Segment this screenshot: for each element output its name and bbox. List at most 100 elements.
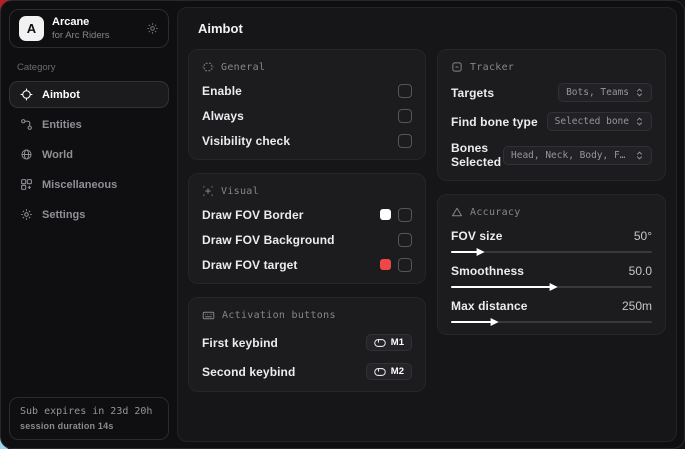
- fov-size-slider[interactable]: [451, 251, 652, 253]
- mouse-icon: [374, 367, 386, 377]
- chevron-up-down-icon: [635, 117, 644, 126]
- chevron-up-down-icon: [635, 151, 644, 160]
- activation-card-header: Activation buttons: [202, 309, 412, 322]
- subscription-expires: Sub expires in 23d 20h: [20, 406, 158, 417]
- second-keybind-button[interactable]: M2: [366, 363, 412, 380]
- content-columns: General Enable Always Visibility check: [188, 49, 666, 405]
- setting-label: First keybind: [202, 336, 278, 350]
- tracker-card-header: Tracker: [451, 61, 652, 73]
- enable-checkbox[interactable]: [398, 84, 412, 98]
- sidebar-item-aimbot[interactable]: Aimbot: [9, 81, 169, 108]
- sidebar-item-miscellaneous[interactable]: Miscellaneous: [9, 171, 169, 198]
- slider-value: 50°: [634, 229, 652, 243]
- grid-icon: [20, 178, 33, 191]
- setting-row-find-bone-type: Find bone type Selected bone: [451, 112, 652, 131]
- fov-border-checkbox[interactable]: [398, 208, 412, 222]
- fov-size-slider-group: FOV size 50°: [451, 229, 652, 253]
- setting-row-first-keybind: First keybind M1: [202, 334, 412, 351]
- sidebar-item-label: Settings: [42, 209, 85, 221]
- fov-target-checkbox[interactable]: [398, 258, 412, 272]
- setting-label: Draw FOV target: [202, 258, 298, 272]
- setting-row-second-keybind: Second keybind M2: [202, 363, 412, 380]
- setting-row-always: Always: [202, 108, 412, 123]
- slider-label: FOV size: [451, 229, 502, 243]
- setting-label: Draw FOV Border: [202, 208, 304, 222]
- slider-handle[interactable]: [477, 248, 485, 256]
- sidebar-item-label: Miscellaneous: [42, 179, 117, 191]
- setting-label: Always: [202, 109, 244, 123]
- sidebar-item-entities[interactable]: Entities: [9, 111, 169, 138]
- slider-fill: [451, 321, 493, 323]
- bones-selected-select[interactable]: Head, Neck, Body, Fe...: [503, 146, 652, 165]
- slider-fill: [451, 286, 552, 288]
- setting-row-fov-background: Draw FOV Background: [202, 232, 412, 247]
- setting-row-bones-selected: Bones Selected Head, Neck, Body, Fe...: [451, 141, 652, 169]
- brand-text: Arcane for Arc Riders: [52, 16, 110, 41]
- slider-value: 250m: [622, 299, 652, 313]
- focus-square-icon: [451, 61, 463, 73]
- sidebar-item-label: Aimbot: [42, 89, 80, 101]
- general-card-header: General: [202, 61, 412, 73]
- slider-label: Max distance: [451, 299, 528, 313]
- visibility-check-checkbox[interactable]: [398, 134, 412, 148]
- setting-row-enable: Enable: [202, 83, 412, 98]
- brand-name: Arcane: [52, 16, 110, 28]
- sidebar: A Arcane for Arc Riders Category Aimbot: [1, 1, 177, 448]
- slider-handle[interactable]: [549, 283, 557, 291]
- page-title: Aimbot: [198, 21, 666, 36]
- entities-icon: [20, 118, 33, 131]
- slider-handle[interactable]: [491, 318, 499, 326]
- setting-label: Draw FOV Background: [202, 233, 335, 247]
- setting-label: Enable: [202, 84, 242, 98]
- smoothness-slider[interactable]: [451, 286, 652, 288]
- slider-label: Smoothness: [451, 264, 524, 278]
- color-swatch[interactable]: [380, 209, 391, 220]
- setting-row-fov-border: Draw FOV Border: [202, 207, 412, 222]
- main-panel: Aimbot General Enable Al: [177, 7, 677, 442]
- sidebar-item-world[interactable]: World: [9, 141, 169, 168]
- sidebar-nav: Aimbot Entities World: [1, 81, 177, 228]
- setting-label: Visibility check: [202, 134, 290, 148]
- desktop: { "colors": { "desktop_red": "#b32025", …: [0, 0, 685, 449]
- mouse-icon: [374, 338, 386, 348]
- slider-fill: [451, 251, 479, 253]
- right-column: Tracker Targets Bots, Teams Find bone ty…: [437, 49, 666, 348]
- activation-card: Activation buttons First keybind M1 Seco…: [188, 297, 426, 392]
- color-swatch[interactable]: [380, 259, 391, 270]
- tracker-card: Tracker Targets Bots, Teams Find bone ty…: [437, 49, 666, 181]
- max-distance-slider[interactable]: [451, 321, 652, 323]
- keyboard-icon: [202, 309, 215, 322]
- crosshair-icon: [20, 88, 33, 101]
- setting-row-fov-target: Draw FOV target: [202, 257, 412, 272]
- brand-logo: A: [19, 16, 44, 41]
- gear-icon[interactable]: [146, 22, 159, 35]
- always-checkbox[interactable]: [398, 109, 412, 123]
- left-column: General Enable Always Visibility check: [188, 49, 426, 405]
- sidebar-item-label: World: [42, 149, 73, 161]
- sparkle-plus-icon: [202, 185, 214, 197]
- visual-card-header: Visual: [202, 185, 412, 197]
- setting-label: Find bone type: [451, 115, 538, 129]
- find-bone-type-select[interactable]: Selected bone: [547, 112, 652, 131]
- subscription-card: Sub expires in 23d 20h session duration …: [9, 397, 169, 440]
- setting-row-visibility-check: Visibility check: [202, 133, 412, 148]
- gear-icon: [20, 208, 33, 221]
- accuracy-card-header: Accuracy: [451, 206, 652, 218]
- sidebar-item-settings[interactable]: Settings: [9, 201, 169, 228]
- targets-select[interactable]: Bots, Teams: [558, 83, 652, 102]
- fov-background-checkbox[interactable]: [398, 233, 412, 247]
- setting-label: Second keybind: [202, 365, 295, 379]
- brand-subtitle: for Arc Riders: [52, 30, 110, 41]
- visual-card: Visual Draw FOV Border Draw FOV Backgrou…: [188, 173, 426, 284]
- sidebar-item-label: Entities: [42, 119, 82, 131]
- session-duration: session duration 14s: [20, 421, 158, 431]
- category-label: Category: [17, 62, 177, 73]
- general-card: General Enable Always Visibility check: [188, 49, 426, 160]
- first-keybind-button[interactable]: M1: [366, 334, 412, 351]
- globe-icon: [20, 148, 33, 161]
- setting-label: Targets: [451, 86, 494, 100]
- app-window: A Arcane for Arc Riders Category Aimbot: [0, 0, 685, 449]
- smoothness-slider-group: Smoothness 50.0: [451, 264, 652, 288]
- brand-header: A Arcane for Arc Riders: [9, 9, 169, 48]
- slider-value: 50.0: [629, 264, 652, 278]
